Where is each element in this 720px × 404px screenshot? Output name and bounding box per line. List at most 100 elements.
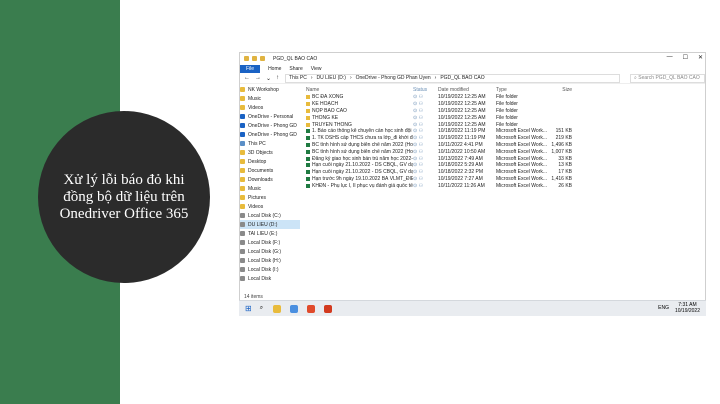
nav-item[interactable]: TAI LIEU (E:) xyxy=(240,229,300,238)
column-status[interactable]: Status xyxy=(413,87,438,93)
file-type: File folder xyxy=(496,121,518,128)
nav-item[interactable]: Local Disk (G:) xyxy=(240,247,300,256)
nav-item[interactable]: Downloads xyxy=(240,175,300,184)
search-icon: ⌕ xyxy=(634,75,637,81)
chevron-down-icon[interactable]: ⌄ xyxy=(266,75,271,82)
file-date: 10/11/2022 11:26 AM xyxy=(438,182,485,189)
search-input[interactable]: ⌕ Search PGD_QL BAO CAO xyxy=(630,73,705,83)
breadcrumb-item[interactable]: PGD_QL BAO CAO xyxy=(440,75,484,81)
back-icon[interactable]: ← xyxy=(244,75,250,82)
nav-item[interactable]: Pictures xyxy=(240,193,300,202)
excel-file-icon xyxy=(306,163,310,168)
new-folder-icon[interactable] xyxy=(260,56,265,61)
nav-item[interactable]: Videos xyxy=(240,103,300,112)
excel-file-icon xyxy=(306,176,310,181)
table-row[interactable]: Hạn trước 9h ngày 19.10.2022 BÁ VLMT_ĐIỀ… xyxy=(306,176,705,183)
file-type: File folder xyxy=(496,94,518,101)
nav-item[interactable]: NK Workshop xyxy=(240,85,300,94)
ribbon-tabs: File Home Share View xyxy=(240,64,705,73)
column-name[interactable]: Name xyxy=(306,87,413,93)
file-name: Hạn cuối ngày 21.10.2022 - DS CBQL, GV d… xyxy=(312,162,413,169)
file-name-cell: KHĐN - Phụ lục I, II phục vụ đánh giá qu… xyxy=(306,183,413,189)
file-size: 1,416 KB xyxy=(551,175,572,182)
minimize-button[interactable]: — xyxy=(667,54,673,61)
navigation-pane: NK Workshop Music Videos OneDrive - Persona… xyxy=(240,85,300,290)
sync-status-icon: ⊙ ⚇ xyxy=(413,175,424,182)
breadcrumb[interactable]: This PC › DU LIEU (D:) › OneDrive - Phong … xyxy=(285,73,621,83)
nav-item-label: Videos xyxy=(248,104,264,111)
file-name-cell: BC tình hình sử dụng biên chế năm 2022 (… xyxy=(306,142,413,148)
nav-item[interactable]: OneDrive - Phong GD xyxy=(240,121,300,130)
table-row[interactable]: Đăng ký giao học sinh bán trú năm học 20… xyxy=(306,155,705,162)
nav-item[interactable]: Music xyxy=(240,94,300,103)
chrome-icon[interactable] xyxy=(290,304,299,313)
table-row[interactable]: TRUYỀN THÔNG ⊙ ⚇ 10/19/2022 12:25 AM File f… xyxy=(306,121,705,128)
nav-item[interactable]: Local Disk (F:) xyxy=(240,238,300,247)
tab-home[interactable]: Home xyxy=(268,66,281,72)
table-row[interactable]: 1. Báo cáo thống kê chuyên cần học sinh … xyxy=(306,128,705,135)
nav-item[interactable]: 3D Objects xyxy=(240,148,300,157)
clock[interactable]: 7:31 AM 10/19/2022 xyxy=(675,302,700,314)
nav-item[interactable]: Videos xyxy=(240,202,300,211)
language-indicator[interactable]: ENG xyxy=(658,305,669,311)
app4-icon[interactable] xyxy=(324,304,333,313)
table-row[interactable]: THỐNG KÊ ⊙ ⚇ 10/19/2022 12:25 AM File folde… xyxy=(306,114,705,121)
sync-status-icon: ⊙ ⚇ xyxy=(413,94,424,101)
breadcrumb-item[interactable]: This PC xyxy=(289,75,307,81)
file-type: File folder xyxy=(496,114,518,121)
close-button[interactable]: ✕ xyxy=(698,54,703,61)
table-row[interactable]: BC tình hình sử dụng biên chế năm 2022 (… xyxy=(306,148,705,155)
folder-icon xyxy=(240,177,245,182)
nav-item[interactable]: Local Disk (H:) xyxy=(240,256,300,265)
column-size[interactable]: Size xyxy=(544,87,572,93)
table-row[interactable]: Hạn cuối ngày 21.10.2022 - DS CBQL, GV d… xyxy=(306,169,705,176)
nav-item[interactable]: OneDrive - Phong GD xyxy=(240,130,300,139)
table-row[interactable]: BC ĐÃ XONG ⊙ ⚇ 10/19/2022 12:25 AM File fol… xyxy=(306,94,705,101)
properties-icon[interactable] xyxy=(252,56,257,61)
table-row[interactable]: KHĐN - Phụ lục I, II phục vụ đánh giá qu… xyxy=(306,182,705,189)
file-name: THỐNG KÊ xyxy=(312,114,339,121)
app3-icon[interactable] xyxy=(307,304,316,313)
folder-icon[interactable] xyxy=(244,56,249,61)
forward-icon[interactable]: → xyxy=(255,75,261,82)
nav-item[interactable]: Desktop xyxy=(240,157,300,166)
tab-file[interactable]: File xyxy=(240,64,261,73)
nav-item[interactable]: Local Disk xyxy=(240,274,300,283)
maximize-button[interactable]: ☐ xyxy=(683,54,688,61)
address-row: ← → ⌄ ↑ This PC › DU LIEU (D:) › OneDrive … xyxy=(240,73,705,84)
up-icon[interactable]: ↑ xyxy=(276,75,279,82)
tab-share[interactable]: Share xyxy=(289,66,302,72)
sync-status-icon: ⊙ ⚇ xyxy=(413,135,424,142)
nav-item[interactable]: Local Disk (I:) xyxy=(240,265,300,274)
tab-view[interactable]: View xyxy=(311,66,322,72)
breadcrumb-item[interactable]: DU LIEU (D:) xyxy=(316,75,345,81)
table-row[interactable]: KẾ HOẠCH ⊙ ⚇ 10/19/2022 12:25 AM File folde… xyxy=(306,101,705,108)
nav-item[interactable]: OneDrive - Personal xyxy=(240,112,300,121)
file-name: KẾ HOẠCH xyxy=(312,101,339,108)
file-name: 1. TK DSHS cấp THCS chưa ra lớp_đi khởi … xyxy=(312,135,413,142)
start-icon[interactable]: ⊞ xyxy=(245,304,252,313)
file-rows: BC ĐÃ XONG ⊙ ⚇ 10/19/2022 12:25 AM File fol… xyxy=(306,94,705,189)
nav-item-label: Music xyxy=(248,95,262,102)
breadcrumb-item[interactable]: OneDrive - Phong GD Phan Uyen xyxy=(356,75,431,81)
nav-item[interactable]: Local Disk (C:) xyxy=(240,211,300,220)
search-icon[interactable]: ⌕ xyxy=(260,305,263,312)
column-type[interactable]: Type xyxy=(496,87,544,93)
drive-icon xyxy=(240,222,245,227)
file-size: 219 KB xyxy=(555,135,572,142)
table-row[interactable]: 1. TK DSHS cấp THCS chưa ra lớp_đi khởi … xyxy=(306,135,705,142)
folder-icon xyxy=(240,96,245,101)
nav-item[interactable]: Music xyxy=(240,184,300,193)
nav-item[interactable]: This PC xyxy=(240,139,300,148)
explorer-icon[interactable] xyxy=(273,304,282,313)
table-row[interactable]: NỘP BÁO CÁO ⊙ ⚇ 10/19/2022 12:25 AM File fo… xyxy=(306,108,705,115)
table-row[interactable]: BC tình hình sử dụng biên chế năm 2022 (… xyxy=(306,142,705,149)
column-date[interactable]: Date modified xyxy=(438,87,496,93)
window-title: PGD_QL BAO CAO xyxy=(273,55,318,62)
nav-item[interactable]: Documents xyxy=(240,166,300,175)
nav-item[interactable]: DU LIEU (D:) xyxy=(240,220,300,229)
table-row[interactable]: Hạn cuối ngày 21.10.2022 - DS CBQL, GV d… xyxy=(306,162,705,169)
nav-item-label: Local Disk xyxy=(248,275,272,282)
drive-icon xyxy=(240,276,245,281)
folder-icon xyxy=(240,159,245,164)
